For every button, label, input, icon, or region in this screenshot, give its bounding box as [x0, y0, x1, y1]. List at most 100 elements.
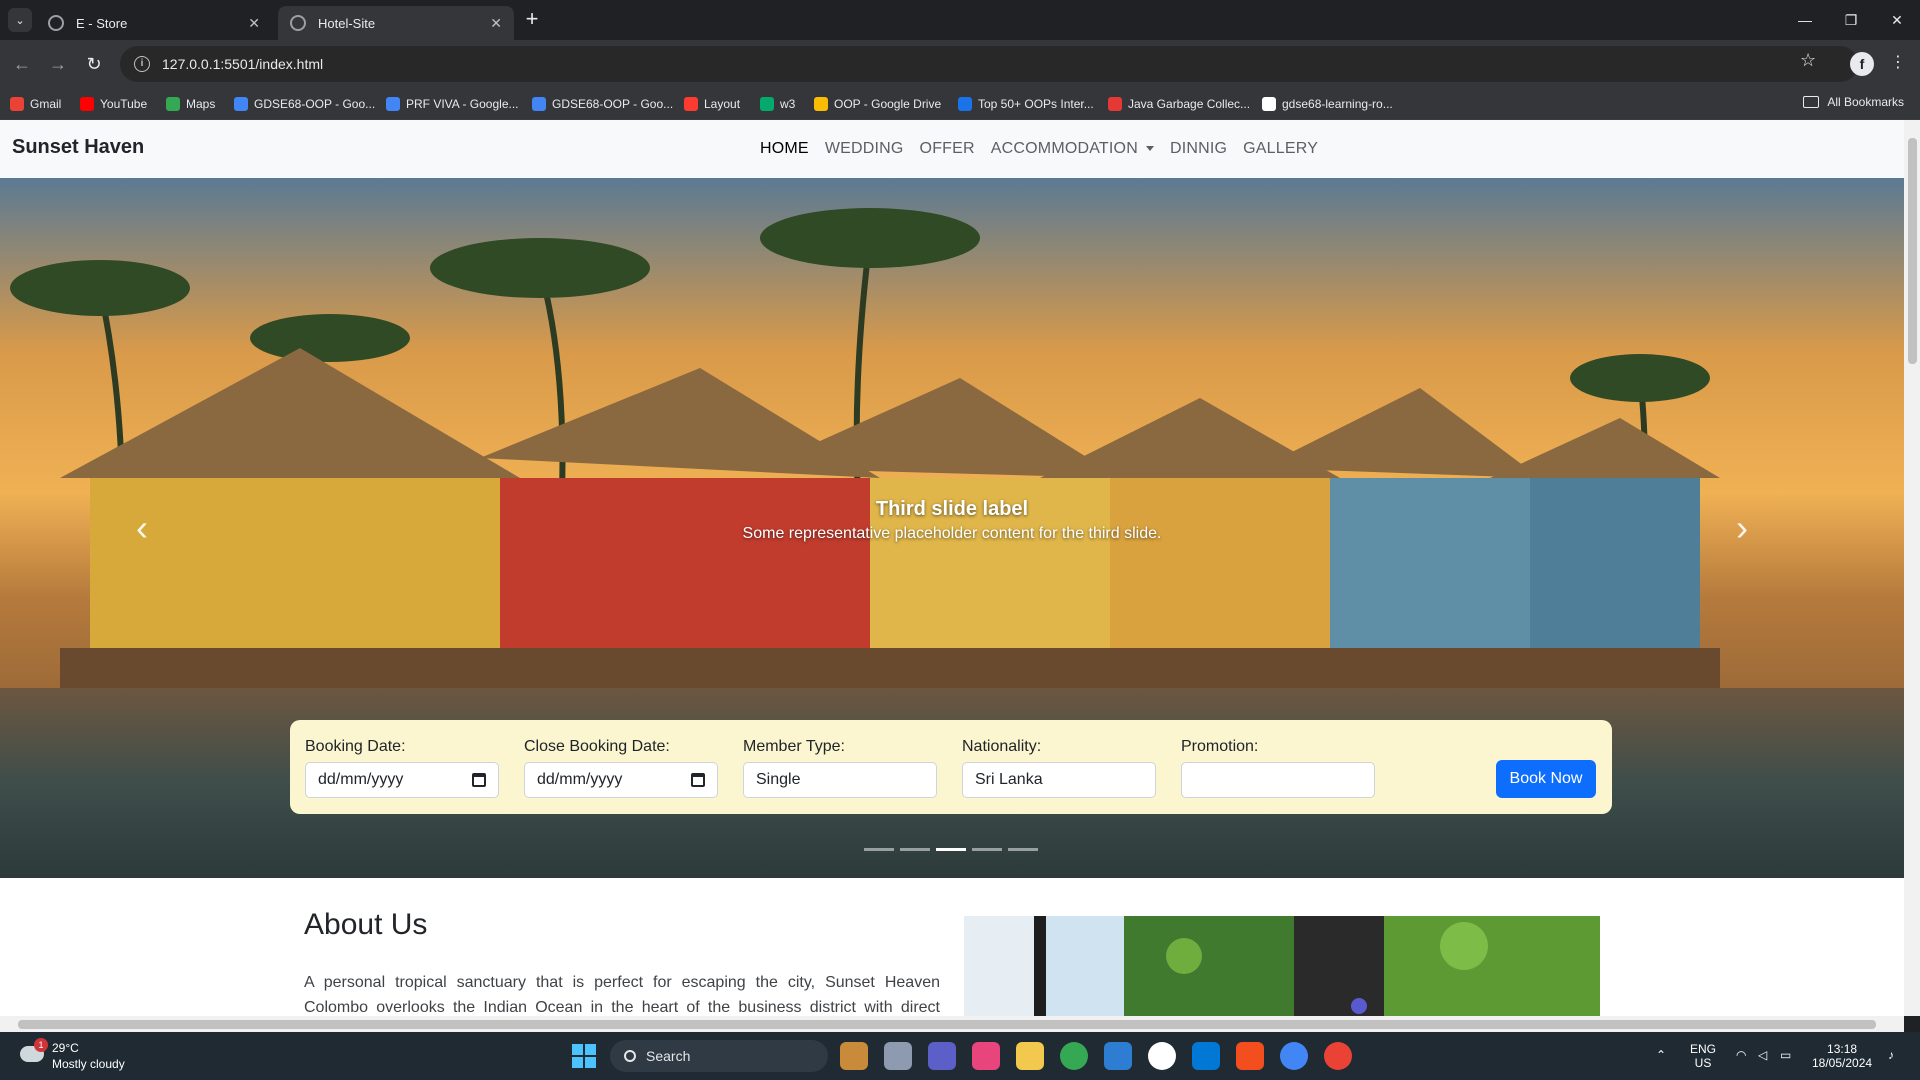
copilot-icon[interactable]: [840, 1042, 868, 1070]
store-icon[interactable]: [1104, 1042, 1132, 1070]
github-icon[interactable]: [1148, 1042, 1176, 1070]
booking-date-input[interactable]: dd/mm/yyyy: [305, 762, 499, 798]
member-type-value: Single: [756, 771, 801, 788]
teams-icon[interactable]: [928, 1042, 956, 1070]
close-booking-date-input[interactable]: dd/mm/yyyy: [524, 762, 718, 798]
notification-bell-icon[interactable]: ♪: [1888, 1048, 1894, 1062]
weather-temp: 29°C: [52, 1041, 79, 1055]
page-viewport: Sunset Haven HOME WEDDING OFFER ACCOMMOD…: [0, 120, 1904, 1016]
bookmark-top-50-oops[interactable]: Top 50+ OOPs Inter...: [958, 95, 1094, 113]
vertical-scrollbar[interactable]: [1904, 120, 1920, 1016]
site-icon: [958, 97, 972, 111]
back-button[interactable]: ←: [10, 52, 34, 76]
language-indicator[interactable]: ENG US: [1690, 1042, 1716, 1070]
taskbar-search[interactable]: Search: [610, 1040, 828, 1072]
volume-icon[interactable]: ◁: [1758, 1048, 1767, 1062]
notification-badge: 1: [34, 1038, 48, 1052]
layout-icon: [684, 97, 698, 111]
nav-wedding[interactable]: WEDDING: [825, 140, 904, 158]
folder-icon[interactable]: [1016, 1042, 1044, 1070]
bookmark-maps[interactable]: Maps: [166, 95, 215, 113]
nav-accommodation-dropdown[interactable]: ACCOMMODATION: [991, 140, 1154, 158]
docs-icon: [532, 97, 546, 111]
caption-text: Some representative placeholder content …: [742, 525, 1162, 542]
tab-e-store[interactable]: E - Store ✕: [36, 6, 272, 40]
site-brand[interactable]: Sunset Haven: [12, 136, 144, 159]
bookmark-w3[interactable]: w3: [760, 95, 795, 113]
bookmark-gdse68-oop[interactable]: GDSE68-OOP - Goo...: [234, 95, 375, 113]
wifi-icon[interactable]: ◠: [1736, 1048, 1746, 1062]
address-bar[interactable]: i 127.0.0.1:5501/index.html: [120, 46, 1858, 82]
all-bookmarks-label: All Bookmarks: [1827, 95, 1904, 109]
nationality-field: Nationality: Sri Lanka: [962, 738, 1156, 798]
bookmark-prf-viva[interactable]: PRF VIVA - Google...: [386, 95, 519, 113]
close-icon[interactable]: ✕: [248, 15, 260, 32]
scrollbar-thumb[interactable]: [1908, 138, 1917, 364]
calendar-icon[interactable]: [472, 773, 486, 787]
nav-home[interactable]: HOME: [760, 140, 809, 158]
bookmark-label: GDSE68-OOP - Goo...: [552, 97, 674, 111]
chrome-active-icon[interactable]: [1324, 1042, 1352, 1070]
bookmark-label: w3: [780, 97, 796, 111]
carousel-indicator[interactable]: [864, 848, 894, 851]
bookmark-star-icon[interactable]: ☆: [1800, 50, 1816, 71]
carousel-indicators: [864, 848, 1038, 851]
horizontal-scrollbar[interactable]: [0, 1016, 1904, 1032]
tab-title: E - Store: [76, 15, 128, 31]
booking-date-field: Booking Date: dd/mm/yyyy: [305, 738, 499, 798]
more-menu-icon[interactable]: ⋮: [1890, 52, 1906, 72]
docs-icon: [234, 97, 248, 111]
all-bookmarks-button[interactable]: All Bookmarks: [1803, 95, 1904, 109]
tab-search-button[interactable]: ⌄: [8, 8, 32, 32]
close-icon[interactable]: ✕: [490, 15, 502, 32]
nationality-input[interactable]: Sri Lanka: [962, 762, 1156, 798]
scrollbar-thumb[interactable]: [18, 1020, 1876, 1029]
member-type-input[interactable]: Single: [743, 762, 937, 798]
site-navbar: Sunset Haven HOME WEDDING OFFER ACCOMMOD…: [0, 120, 1904, 178]
reload-button[interactable]: ↻: [82, 52, 106, 76]
bookmark-youtube[interactable]: YouTube: [80, 95, 147, 113]
bookmark-layout[interactable]: Layout: [684, 95, 740, 113]
close-booking-date-field: Close Booking Date: dd/mm/yyyy: [524, 738, 718, 798]
minimize-button[interactable]: —: [1782, 0, 1828, 40]
carousel-indicator[interactable]: [900, 848, 930, 851]
site-info-icon[interactable]: i: [134, 56, 150, 72]
promotion-input[interactable]: [1181, 762, 1375, 798]
window-close-button[interactable]: ✕: [1874, 0, 1920, 40]
tab-hotel-site[interactable]: Hotel-Site ✕: [278, 6, 514, 40]
bookmark-gmail[interactable]: Gmail: [10, 95, 61, 113]
start-button[interactable]: [572, 1044, 596, 1068]
book-now-button[interactable]: Book Now: [1496, 760, 1596, 798]
nav-gallery[interactable]: GALLERY: [1243, 140, 1318, 158]
new-tab-button[interactable]: +: [520, 8, 544, 32]
chrome-icon[interactable]: [1060, 1042, 1088, 1070]
bookmark-oop-drive[interactable]: OOP - Google Drive: [814, 95, 941, 113]
close-booking-date-value: dd/mm/yyyy: [537, 771, 623, 788]
calendar-icon[interactable]: [691, 773, 705, 787]
restore-button[interactable]: ❐: [1828, 0, 1874, 40]
nav-dinning[interactable]: DINNIG: [1170, 140, 1227, 158]
clock[interactable]: 13:18 18/05/2024: [1812, 1042, 1872, 1070]
weather-desc: Mostly cloudy: [52, 1057, 125, 1071]
figma-icon[interactable]: [1236, 1042, 1264, 1070]
vscode-icon[interactable]: [1192, 1042, 1220, 1070]
bookmark-label: Layout: [704, 97, 741, 111]
bookmark-gdse68-learning[interactable]: gdse68-learning-ro...: [1262, 95, 1393, 113]
docs-icon: [386, 97, 400, 111]
bookmark-java-gc[interactable]: Java Garbage Collec...: [1108, 95, 1250, 113]
weather-widget[interactable]: 1 29°C Mostly cloudy: [20, 1038, 125, 1072]
chevron-up-icon[interactable]: ⌃: [1656, 1048, 1666, 1062]
nav-offer[interactable]: OFFER: [920, 140, 975, 158]
forward-button[interactable]: →: [46, 52, 70, 76]
profile-avatar[interactable]: f: [1850, 52, 1874, 76]
carousel-indicator-active[interactable]: [936, 848, 966, 851]
bookmarks-bar: Gmail YouTube Maps GDSE68-OOP - Goo... P…: [0, 88, 1920, 120]
carousel-indicator[interactable]: [1008, 848, 1038, 851]
lang-top: ENG: [1690, 1042, 1717, 1056]
battery-icon[interactable]: ▭: [1780, 1048, 1791, 1062]
carousel-indicator[interactable]: [972, 848, 1002, 851]
file-explorer-icon[interactable]: [884, 1042, 912, 1070]
app-icon[interactable]: [1280, 1042, 1308, 1070]
bookmark-gdse68-oop-2[interactable]: GDSE68-OOP - Goo...: [532, 95, 673, 113]
jetbrains-icon[interactable]: [972, 1042, 1000, 1070]
